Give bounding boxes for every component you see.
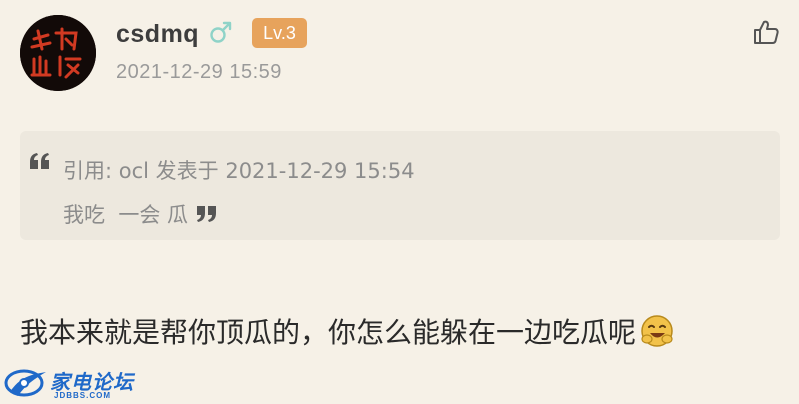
quote-text: 我吃 一会 瓜 (63, 203, 189, 227)
male-icon (210, 21, 232, 43)
reply-content: 我本来就是帮你顶瓜的，你怎么能躲在一边吃瓜呢 (20, 309, 676, 353)
quote-meta: 引用: ocl 发表于 2021-12-29 15:54 (63, 159, 415, 183)
watermark-subtitle: JDBBS.COM (54, 391, 112, 400)
username[interactable]: csdmq (116, 20, 199, 49)
reply-text: 我本来就是帮你顶瓜的，你怎么能躲在一边吃瓜呢 (20, 316, 637, 349)
post-timestamp: 2021-12-29 15:59 (116, 61, 282, 83)
swoosh-logo-icon (4, 369, 46, 397)
avatar[interactable] (20, 15, 96, 91)
close-quote-icon (197, 206, 217, 222)
level-badge: Lv.3 (252, 18, 307, 48)
thumbs-up-icon[interactable] (752, 18, 780, 46)
avatar-image (20, 15, 96, 91)
forum-watermark: 家电论坛 JDBBS.COM (4, 366, 164, 400)
quote-block: 引用: ocl 发表于 2021-12-29 15:54 我吃 一会 瓜 (20, 131, 780, 240)
quote-content: 我吃 一会 瓜 (63, 199, 218, 229)
open-quote-icon (30, 153, 49, 169)
grin-emoji-icon (641, 315, 673, 347)
